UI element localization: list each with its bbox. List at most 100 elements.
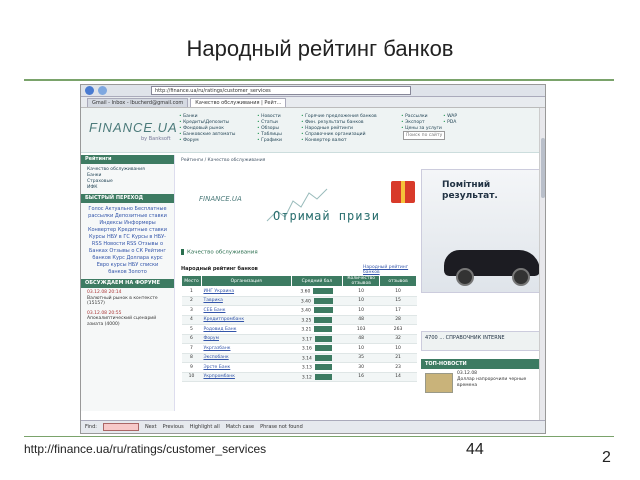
reviews-cell: 21 [379,353,417,363]
forum-item[interactable]: 03.12.08 20:55 Апокалиптический сценарий… [81,309,174,330]
col-reviews[interactable]: отзывов [379,275,417,287]
ratings-list: Качество обслуживания Банки Страховые ИФ… [81,164,174,194]
bank-cell[interactable]: Таврика [201,296,291,306]
score-bar [314,326,333,332]
score-bar [314,354,332,361]
bank-cell[interactable]: ИНГ Украина [201,286,291,297]
bank-cell[interactable]: Кредитпромбанк [201,315,291,325]
menu-column-3: Горячие предложения банков Фин. результа… [301,114,377,144]
ad-line-2: результат. [442,191,498,201]
forum-heading: ОБСУЖДАЕМ НА ФОРУМЕ [81,279,174,288]
bank-cell[interactable]: СЕБ Банк [201,305,291,316]
scrollbar[interactable] [539,108,545,422]
menu-item[interactable]: Конвертер валют [301,138,377,144]
table-row[interactable]: 6 Форум 3.17 48 32 [181,334,417,344]
score-bar [313,307,333,313]
forum-text[interactable]: Апокалиптический сценарий азиата (4000) [87,316,168,327]
table-row[interactable]: 7 Укргазбанк 3.16 10 10 [181,343,417,354]
table-link[interactable]: Народный рейтинг банков [363,265,419,275]
forum-text[interactable]: Валютный рынок в контексте (15157) [87,296,168,307]
bank-cell[interactable]: Эрсте Банк [201,362,291,373]
browser-screenshot: http://finance.ua/ru/ratings/customer_se… [80,84,546,434]
bank-cell[interactable]: Родовид Банк [201,324,291,335]
score-value: 3.17 [301,337,312,342]
place-cell: 9 [181,362,202,373]
find-previous-button[interactable]: Previous [163,424,184,430]
score-bar [314,316,333,323]
reviews-cell: 17 [379,305,417,316]
bank-cell[interactable]: Укргазбанк [201,343,291,354]
scroll-thumb[interactable] [541,138,545,198]
back-icon[interactable] [85,86,94,95]
reviews-cell: 23 [379,362,417,373]
table-title: Народный рейтинг банков [181,266,258,272]
ad-text: Помітний результат. [442,180,498,202]
count-cell: 10 [342,305,380,316]
score-value: 3.60 [300,289,311,295]
match-case-checkbox[interactable]: Match case [226,424,254,430]
menu-column-4: Рассылки Экспорт Цены за услуги [401,114,442,132]
table-row[interactable]: 9 Эрсте Банк 3.13 30 23 [181,362,417,373]
place-cell: 5 [181,324,202,335]
news-text[interactable]: Доллар напророчили черные времена [457,377,545,389]
car-ad[interactable]: Помітний результат. [421,169,545,293]
bank-cell[interactable]: Экспобанк [201,353,291,363]
score-cell: 3.60 [291,286,343,297]
chart-decoration [266,188,328,222]
bank-cell[interactable]: Укрпромбанк [201,372,291,382]
url-input[interactable]: http://finance.ua/ru/ratings/customer_se… [151,86,411,95]
site-logo[interactable]: FINANCE.UA [89,120,178,135]
score-bar [313,297,333,304]
promo-banner[interactable]: FINANCE.UA Отримай призи [177,171,419,235]
bank-cell[interactable]: Форум [201,334,291,344]
table-row[interactable]: 10 Укрпромбанк 3.12 16 14 [181,372,417,382]
directory-ad[interactable]: 4700 ... СПРАВОЧНИК INTERNE [421,331,545,351]
col-count[interactable]: Количество отзывов [342,275,381,287]
count-cell: 48 [342,334,380,344]
top-news-item[interactable]: 03.12.08 Доллар напророчили черные време… [421,371,545,389]
forum-date: 03.12.08 20:14 [87,290,122,295]
table-row[interactable]: 1 ИНГ Украина 3.60 10 10 [181,286,417,297]
title-divider [24,79,614,81]
count-cell: 35 [342,353,380,363]
table-row[interactable]: 4 Кредитпромбанк 3.25 48 28 [181,315,417,325]
breadcrumb[interactable]: Рейтинги / Качество обслуживания [177,155,419,166]
site-search-input[interactable]: Поиск по сайту [403,131,445,140]
count-cell: 10 [342,286,380,297]
col-place[interactable]: Место [181,275,202,287]
tab-gmail[interactable]: Gmail - Inbox - lbucherd@gmail.com [87,98,189,107]
table-row[interactable]: 3 СЕБ Банк 3.40 10 17 [181,305,417,316]
banner-text: Отримай призи [273,209,380,223]
footer-url[interactable]: http://finance.ua/ru/ratings/customer_se… [24,442,266,456]
table-row[interactable]: 8 Экспобанк 3.14 35 21 [181,353,417,363]
col-org[interactable]: Организация [200,275,292,287]
ad-line-1: Помітний [442,180,491,190]
tag-cloud[interactable]: Голос Актуально Бесплатные рассылки Депо… [81,203,174,279]
menu-item[interactable]: PDA [443,120,457,126]
forum-item[interactable]: 03.12.08 20:14 Валютный рынок в контекст… [81,288,174,309]
highlight-all-checkbox[interactable]: Highlight all [190,424,220,430]
main-content: Рейтинги / Качество обслуживания FINANCE… [177,155,419,411]
table-row[interactable]: 2 Таврика 3.40 10 15 [181,296,417,306]
score-value: 3.14 [301,356,312,361]
score-bar [313,288,334,294]
place-cell: 6 [181,334,202,344]
ratings-item[interactable]: ИФК [87,185,168,191]
col-score[interactable]: Средний бал [290,275,344,287]
place-cell: 3 [181,305,202,316]
page-number: 2 [602,449,611,466]
menu-item[interactable]: Форум [179,138,235,144]
score-cell: 3.16 [291,343,343,354]
score-value: 3.12 [301,375,312,380]
top-news-heading: ТОП-НОВОСТИ [421,359,545,369]
table-row[interactable]: 5 Родовид Банк 3.21 103 263 [181,324,417,335]
score-cell: 3.40 [291,296,343,306]
score-value: 3.13 [301,365,312,371]
tab-rating[interactable]: Качество обслуживания | Рейт... [190,98,287,107]
slide-title: Народный рейтинг банков [186,36,454,61]
menu-item[interactable]: Графики [257,138,282,144]
find-next-button[interactable]: Next [145,424,157,430]
count-cell: 30 [342,362,380,373]
find-input[interactable] [102,423,139,431]
forward-icon[interactable] [98,86,107,95]
